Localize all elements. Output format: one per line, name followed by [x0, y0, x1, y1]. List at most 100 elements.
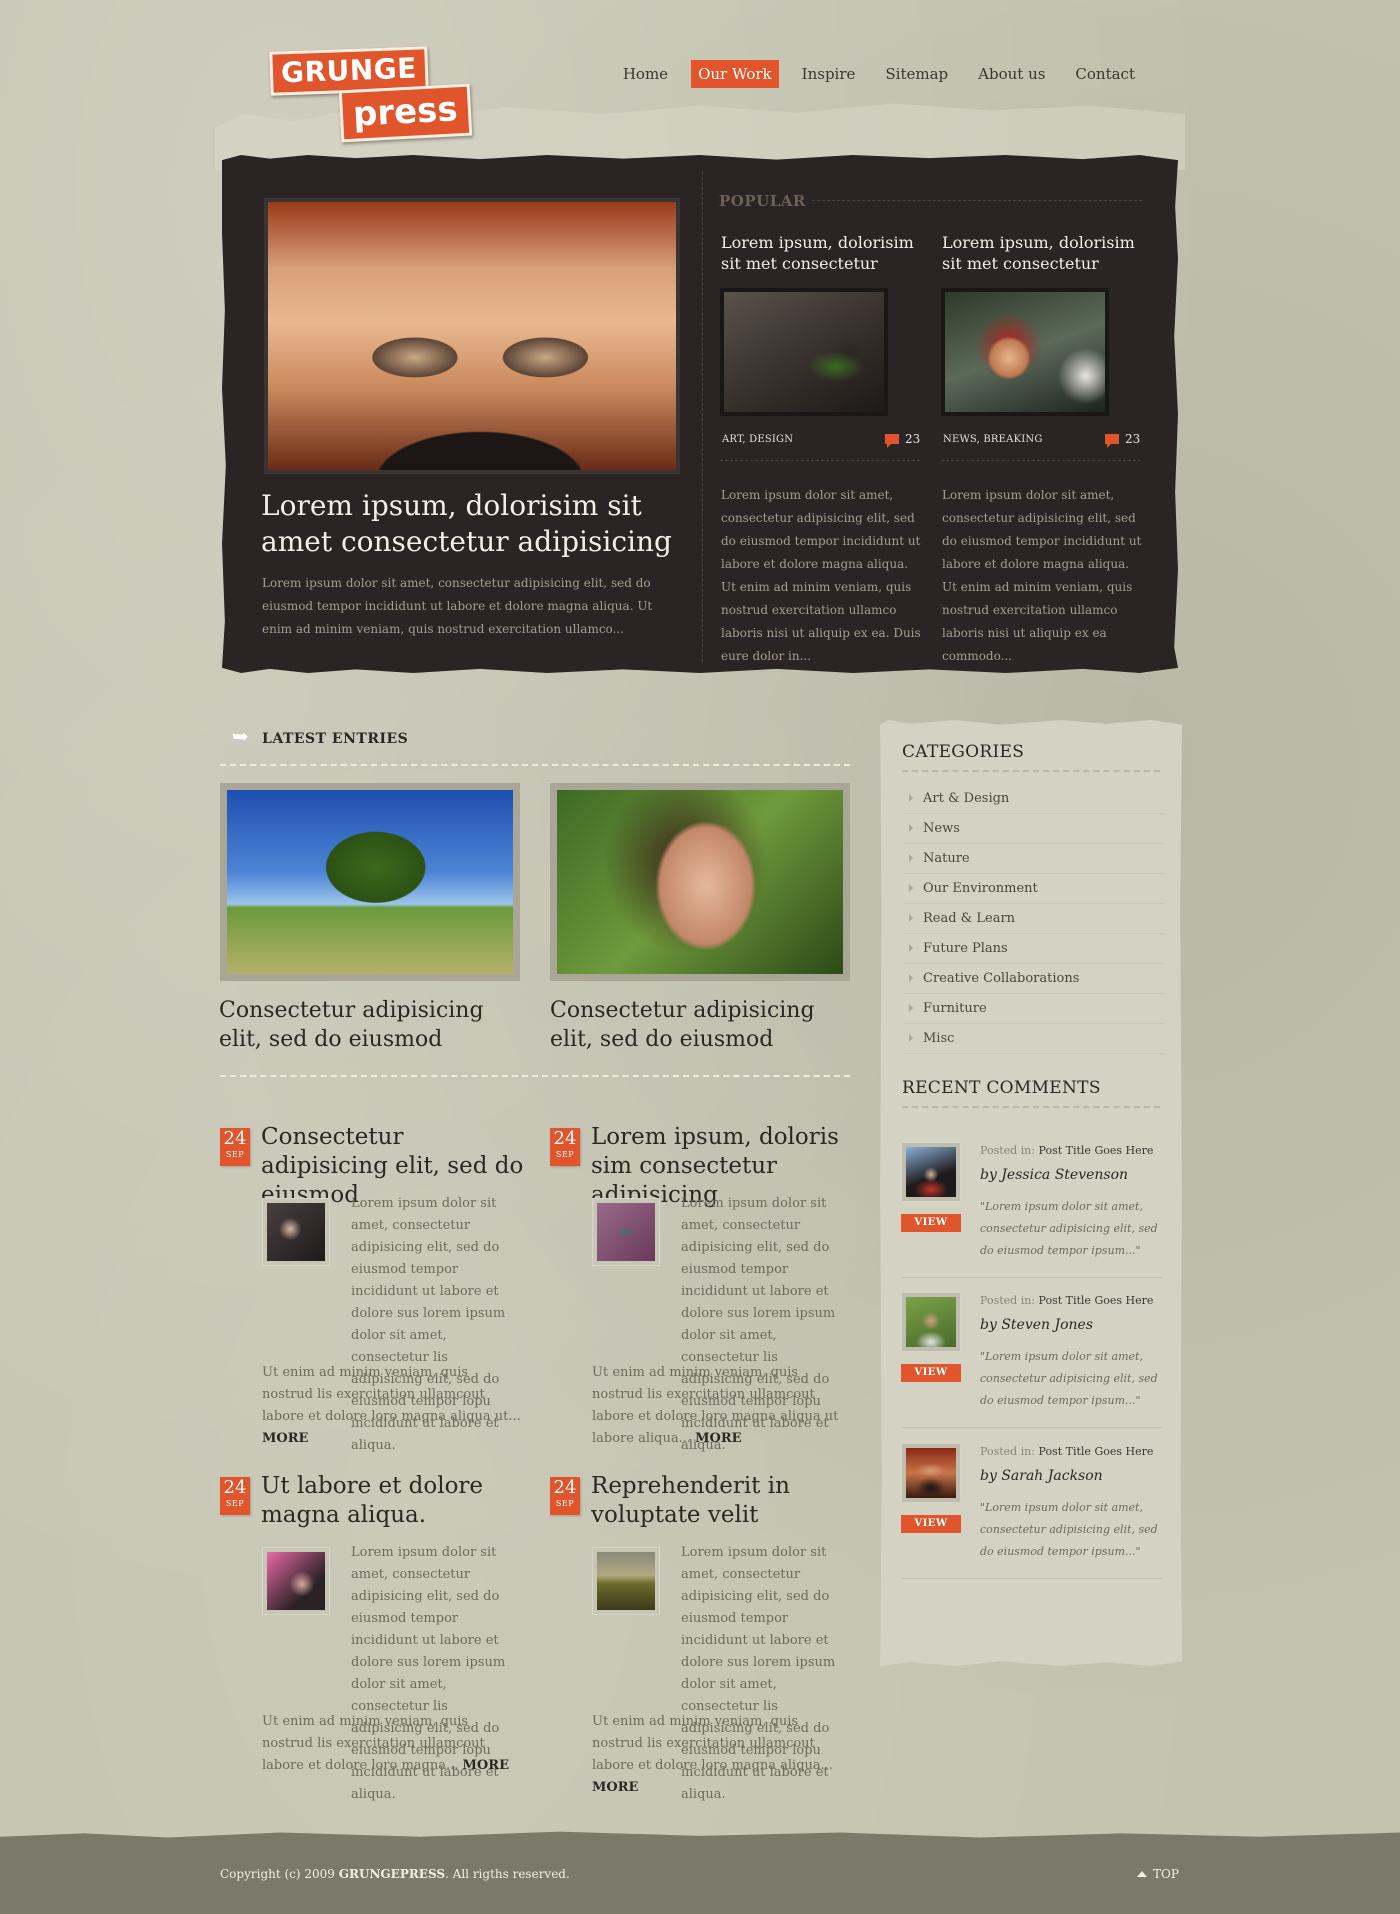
posted-in-label: Posted in: [980, 1294, 1035, 1307]
latest-entries-icon: ➥ [232, 724, 249, 748]
commenter-avatar[interactable] [901, 1292, 961, 1352]
category-item[interactable]: Furniture [903, 993, 1163, 1024]
category-label: Art & Design [923, 790, 1010, 806]
comment-count: 23 [905, 432, 921, 446]
posted-in-label: Posted in: [980, 1144, 1035, 1157]
popular-item-image[interactable] [941, 288, 1109, 416]
more-link[interactable]: MORE [592, 1780, 638, 1795]
post-link[interactable]: Post Title Goes Here [1039, 1445, 1154, 1458]
category-item[interactable]: Misc [903, 1023, 1163, 1054]
post-link[interactable]: Post Title Goes Here [1039, 1294, 1154, 1307]
post-excerpt-p2: Ut enim ad minim veniam, quis nostrud li… [262, 1714, 485, 1773]
main-nav: Home Our Work Inspire Sitemap About us C… [600, 60, 1142, 88]
category-label: Nature [923, 850, 970, 866]
commenter-avatar[interactable] [901, 1443, 961, 1503]
category-item[interactable]: Nature [903, 843, 1163, 874]
comment-divider [902, 1277, 1162, 1278]
more-link[interactable]: MORE [262, 1431, 308, 1446]
post-date-month: SEP [555, 1150, 575, 1159]
comment-author: by Sarah Jackson [980, 1468, 1103, 1484]
comment-icon [1105, 434, 1119, 448]
post-title[interactable]: Ut labore et dolore magna aliqua. [261, 1472, 531, 1530]
comment-quote: "Lorem ipsum dolor sit amet, consectetur… [980, 1200, 1158, 1257]
more-link[interactable]: MORE [695, 1431, 741, 1446]
arrow-right-icon [909, 944, 913, 952]
copyright-text: Copyright (c) 2009 GRUNGEPRESS. All rigt… [220, 1867, 570, 1881]
nav-our-work[interactable]: Our Work [691, 60, 779, 88]
nav-contact[interactable]: Contact [1068, 60, 1142, 88]
category-item[interactable]: Future Plans [903, 933, 1163, 964]
logo-line-2: press [338, 83, 472, 143]
category-item[interactable]: News [903, 813, 1163, 844]
nav-home[interactable]: Home [616, 60, 675, 88]
comment-author: by Steven Jones [980, 1317, 1094, 1333]
back-to-top-link[interactable]: TOP [1137, 1867, 1179, 1881]
more-link[interactable]: MORE [463, 1758, 509, 1773]
latest-entries-rule [220, 1075, 850, 1077]
popular-item-tags[interactable]: NEWS, BREAKING [943, 434, 1043, 445]
popular-item-title[interactable]: Lorem ipsum, dolorisim sit met consectet… [942, 232, 1147, 274]
post-link[interactable]: Post Title Goes Here [1039, 1144, 1154, 1157]
categories-heading: CATEGORIES [902, 742, 1025, 762]
category-label: Furniture [923, 1000, 987, 1016]
popular-item-comment-count[interactable]: 23 [885, 432, 921, 448]
arrow-right-icon [909, 914, 913, 922]
post-title[interactable]: Reprehenderit in voluptate velit [591, 1472, 861, 1530]
commenter-avatar[interactable] [901, 1142, 961, 1202]
post-date-badge: 24 SEP [550, 1477, 580, 1515]
post-excerpt-p2: Ut enim ad minim veniam, quis nostrud li… [262, 1365, 521, 1424]
view-button[interactable]: VIEW [901, 1364, 961, 1382]
popular-item-title[interactable]: Lorem ipsum, dolorisim sit met consectet… [721, 232, 926, 274]
featured-divider [702, 172, 704, 662]
comment-quote: "Lorem ipsum dolor sit amet, consectetur… [980, 1350, 1158, 1407]
comment-divider [902, 1427, 1162, 1428]
popular-item-excerpt: Lorem ipsum dolor sit amet, consectetur … [721, 488, 921, 663]
view-button[interactable]: VIEW [901, 1214, 961, 1232]
popular-item-tags[interactable]: ART, DESIGN [722, 434, 793, 445]
latest-featured-title[interactable]: Consectetur adipisicing elit, sed do eiu… [219, 996, 519, 1054]
category-label: Misc [923, 1030, 955, 1046]
recent-comments-heading: RECENT COMMENTS [902, 1078, 1101, 1098]
category-item[interactable]: Creative Collaborations [903, 963, 1163, 994]
post-date-day: 24 [223, 1128, 247, 1149]
arrow-right-icon [909, 974, 913, 982]
category-item[interactable]: Our Environment [903, 873, 1163, 904]
view-button[interactable]: VIEW [901, 1515, 961, 1533]
category-item[interactable]: Art & Design [903, 783, 1163, 814]
post-date-day: 24 [553, 1477, 577, 1498]
comment-divider [902, 1578, 1162, 1579]
latest-entries-rule [220, 764, 850, 766]
post-date-month: SEP [555, 1499, 575, 1508]
popular-item-image[interactable] [720, 288, 888, 416]
latest-entries-heading: LATEST ENTRIES [262, 731, 409, 747]
copyright-suffix: . All rigths reserved. [445, 1867, 570, 1881]
popular-item-comment-count[interactable]: 23 [1105, 432, 1140, 448]
category-item[interactable]: Read & Learn [903, 903, 1163, 934]
category-label: Read & Learn [923, 910, 1016, 926]
popular-item-rule [720, 460, 920, 461]
featured-image[interactable] [268, 202, 676, 470]
copyright-prefix: Copyright (c) 2009 [220, 1867, 335, 1881]
post-excerpt-more: Ut enim ad minim veniam, quis nostrud li… [262, 1711, 522, 1777]
popular-item-excerpt: Lorem ipsum dolor sit amet, consectetur … [942, 488, 1142, 663]
latest-featured-title[interactable]: Consectetur adipisicing elit, sed do eiu… [550, 996, 850, 1054]
comment-posted-in: Posted in: Post Title Goes Here [980, 1144, 1153, 1157]
featured-title[interactable]: Lorem ipsum, dolorisim sit amet consecte… [261, 488, 681, 560]
nav-inspire[interactable]: Inspire [795, 60, 863, 88]
arrow-up-icon [1137, 1871, 1147, 1877]
recent-comments-heading-rule [902, 1106, 1160, 1108]
footer-bar [0, 1831, 1400, 1914]
copyright-brand: GRUNGEPRESS [338, 1867, 446, 1881]
categories-heading-rule [902, 770, 1160, 772]
site-logo[interactable]: GRUNGE press [269, 45, 472, 143]
post-excerpt-more: Ut enim ad minim veniam, quis nostrud li… [262, 1362, 522, 1450]
nav-sitemap[interactable]: Sitemap [878, 60, 955, 88]
comment-icon [885, 434, 899, 448]
comment-quote: "Lorem ipsum dolor sit amet, consectetur… [980, 1501, 1158, 1558]
arrow-right-icon [909, 1004, 913, 1012]
post-date-badge: 24 SEP [220, 1128, 250, 1166]
post-date-day: 24 [223, 1477, 247, 1498]
latest-featured-image[interactable] [550, 783, 850, 981]
latest-featured-image[interactable] [220, 783, 520, 981]
nav-about-us[interactable]: About us [971, 60, 1052, 88]
